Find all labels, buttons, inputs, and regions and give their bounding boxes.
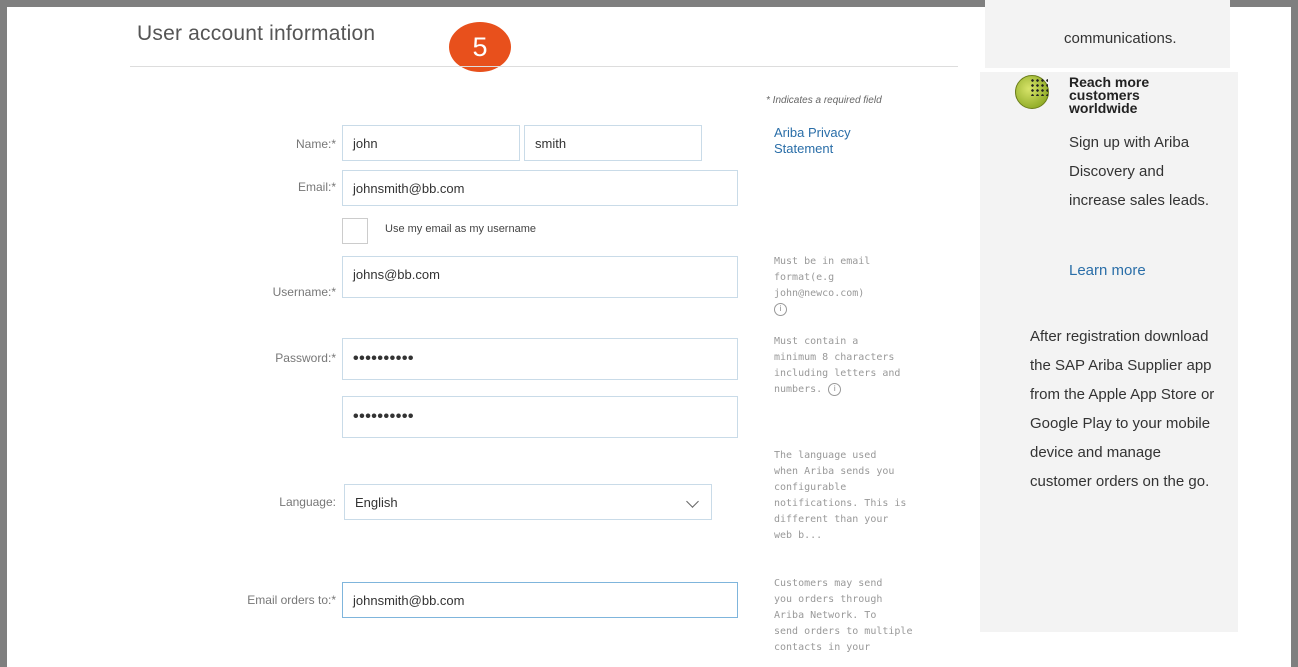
orders-hint: Customers may send you orders through Ar… (774, 578, 913, 653)
frame-right-border (1291, 0, 1298, 667)
language-value: English (355, 494, 398, 510)
promo-body: Sign up with Ariba Discovery and increas… (1069, 134, 1210, 209)
email-orders-input[interactable]: johnsmith@bb.com (342, 582, 738, 618)
required-field-note: * Indicates a required field (766, 95, 882, 106)
last-name-input[interactable]: smith (524, 125, 702, 161)
email-orders-label: Email orders to:* (247, 593, 336, 607)
use-email-as-username-checkbox[interactable] (342, 218, 368, 244)
password-label: Password:* (275, 351, 336, 365)
language-label: Language: (279, 495, 336, 509)
username-value: johns@bb.com (353, 267, 440, 282)
last-name-value: smith (535, 135, 567, 151)
use-email-as-username-label: Use my email as my username (385, 223, 536, 235)
password-value: •••••••••• (353, 350, 415, 367)
first-name-input[interactable]: john (342, 125, 520, 161)
sidebar-top-text: communications. (1064, 30, 1177, 47)
after-registration-text: After registration download the SAP Arib… (1030, 328, 1215, 490)
globe-icon (1015, 75, 1049, 109)
chevron-down-icon (686, 495, 699, 508)
language-select[interactable]: English (344, 484, 712, 520)
password-hint: Must contain a minimum 8 characters incl… (774, 336, 901, 396)
language-hint: The language used when Ariba sends you c… (774, 450, 907, 541)
email-label: Email:* (297, 180, 336, 194)
confirm-password-input[interactable]: •••••••••• (342, 396, 738, 438)
info-icon[interactable]: i (774, 302, 787, 316)
confirm-password-value: •••••••••• (353, 408, 415, 425)
email-input[interactable]: johnsmith@bb.com (342, 170, 738, 206)
step-badge: 5 (449, 22, 511, 72)
username-hint: Must be in email format(e.g john@newco.c… (774, 254, 959, 318)
email-orders-value: johnsmith@bb.com (353, 592, 465, 608)
password-input[interactable]: •••••••••• (342, 338, 738, 380)
name-label: Name:* (295, 137, 336, 151)
section-title: User account information (137, 22, 376, 45)
learn-more-link[interactable]: Learn more (1069, 262, 1146, 279)
email-value: johnsmith@bb.com (353, 180, 465, 196)
privacy-statement-link[interactable]: Ariba Privacy Statement (774, 125, 894, 157)
first-name-value: john (353, 135, 378, 151)
promo-title: Reach more customers worldwide (1069, 74, 1150, 116)
title-divider (130, 66, 958, 67)
frame-left-border (0, 0, 7, 667)
username-input[interactable]: johns@bb.com (342, 256, 738, 298)
info-icon[interactable]: i (828, 382, 842, 396)
username-label: Username:* (272, 285, 336, 299)
